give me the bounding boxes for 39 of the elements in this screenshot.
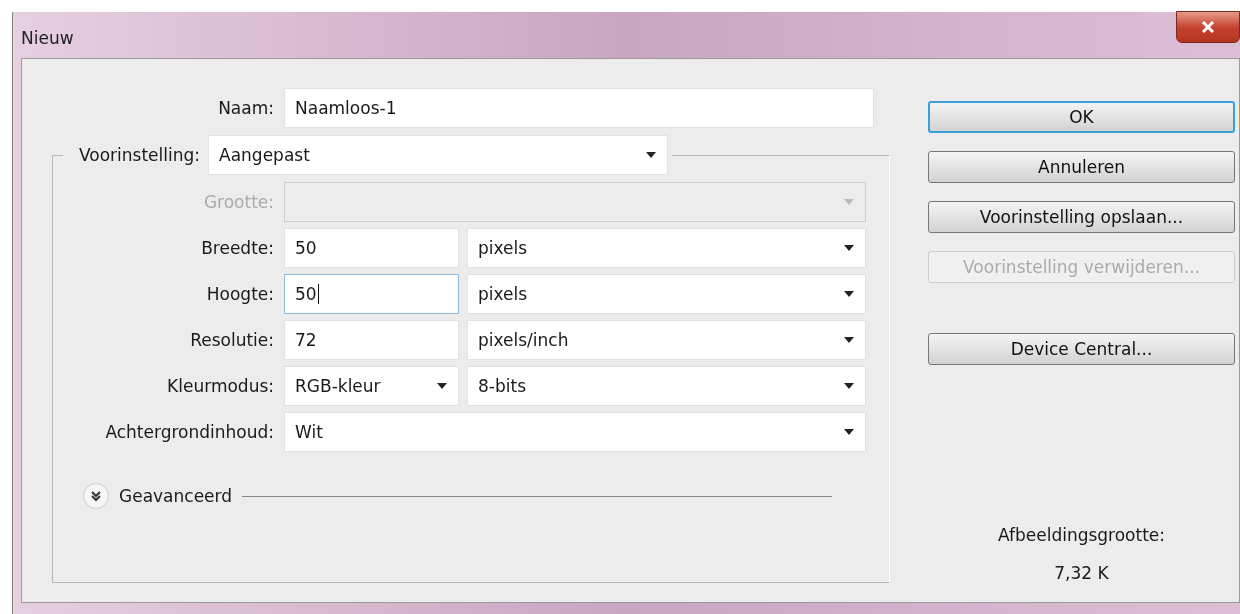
field-label: Achtergrondinhoud:: [104, 422, 275, 442]
preset-dropdown[interactable]: Aangepast: [208, 135, 669, 175]
section-label: Geavanceerd: [119, 486, 233, 506]
chevron-icon: [89, 489, 103, 503]
field-label: Naam:: [217, 98, 275, 118]
field-label: Breedte:: [200, 238, 275, 258]
field-label: Kleurmodus:: [166, 376, 275, 396]
dialog-button[interactable]: Voorinstelling opslaan...: [928, 201, 1235, 233]
field-label: Resolutie:: [189, 330, 275, 350]
window-title: Nieuw: [21, 28, 74, 48]
name-field[interactable]: Naamloos-1: [284, 88, 874, 128]
dropdown-arrow-icon: [843, 244, 855, 252]
dropdown-arrow-icon: [843, 382, 855, 390]
size-value: 7,32 K: [1054, 563, 1109, 583]
input-field[interactable]: 50: [284, 274, 459, 314]
dialog-button[interactable]: Device Central...: [928, 333, 1235, 365]
dialog-button[interactable]: Annuleren: [928, 151, 1235, 183]
close-button[interactable]: [1176, 11, 1240, 43]
dialog-button[interactable]: OK: [928, 101, 1235, 133]
field-label: Voorinstelling:: [78, 145, 202, 165]
expand-toggle[interactable]: [83, 483, 109, 509]
dropdown-arrow-icon: [843, 198, 855, 206]
dropdown-arrow-icon: [843, 428, 855, 436]
dropdown[interactable]: 8-bits: [467, 366, 866, 406]
close-icon: [1200, 20, 1216, 34]
dropdown-arrow-icon: [436, 382, 448, 390]
field-label: Grootte:: [202, 192, 275, 212]
dropdown-arrow-icon: [843, 290, 855, 298]
dropdown[interactable]: Wit: [284, 412, 866, 452]
dropdown[interactable]: pixels: [467, 228, 866, 268]
input-field[interactable]: 50: [284, 228, 459, 268]
dropdown[interactable]: RGB-kleur: [284, 366, 459, 406]
dropdown[interactable]: pixels: [467, 274, 866, 314]
input-field[interactable]: 72: [284, 320, 459, 360]
dropdown-arrow-icon: [645, 151, 658, 159]
field-label: Hoogte:: [205, 284, 275, 304]
dropdown[interactable]: pixels/inch: [467, 320, 866, 360]
dropdown-arrow-icon: [843, 336, 855, 344]
size-label: Afbeeldingsgrootte:: [997, 525, 1166, 545]
